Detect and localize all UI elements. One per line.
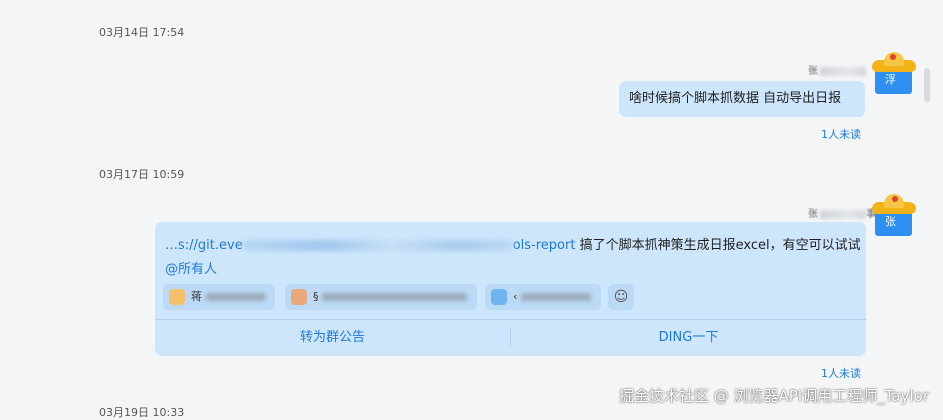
timestamp: 03月17日 10:59 — [99, 168, 185, 181]
reaction-emoji-icon — [169, 289, 185, 305]
sender-name: 张事) — [808, 209, 880, 220]
reaction-chip[interactable]: 蒋 — [163, 284, 275, 310]
read-status[interactable]: 1人未读 — [821, 365, 861, 381]
watermark: 掘金技术社区 @ 浏览器API调用工程师_Taylor — [618, 387, 929, 405]
reaction-chip[interactable]: ‹ — [485, 284, 601, 310]
scrollbar[interactable] — [924, 68, 930, 102]
mention-all[interactable]: @所有人 — [165, 258, 217, 277]
avatar[interactable]: 浮 — [872, 52, 916, 94]
announce-button[interactable]: 转为群公告 — [155, 320, 510, 356]
reaction-chip[interactable]: § — [285, 284, 477, 310]
timestamp: 03月19日 10:33 — [99, 406, 185, 419]
repo-link[interactable]: …s://git.eve ols-report — [165, 238, 575, 253]
timestamp: 03月14日 17:54 — [99, 26, 185, 39]
thumbs-up-icon — [491, 289, 507, 305]
add-reaction-icon[interactable]: ☺ — [608, 284, 634, 310]
clap-emoji-icon — [291, 289, 307, 305]
message-text: 搞了个脚本抓神策生成日报excel，有空可以试试 — [579, 238, 861, 253]
message-text: 啥时候搞个脚本抓数据 自动导出日报 — [629, 91, 842, 106]
sender-name: 张 — [808, 62, 866, 77]
ding-button[interactable]: DING一下 — [511, 320, 866, 356]
message-bubble[interactable]: 啥时候搞个脚本抓数据 自动导出日报 — [619, 81, 865, 117]
message-line: …s://git.eve ols-report 搞了个脚本抓神策生成日报excel… — [165, 234, 861, 253]
read-status[interactable]: 1人未读 — [821, 126, 861, 142]
message-bubble[interactable]: …s://git.eve ols-report 搞了个脚本抓神策生成日报excel… — [155, 222, 866, 356]
avatar[interactable]: 张 — [872, 194, 916, 236]
